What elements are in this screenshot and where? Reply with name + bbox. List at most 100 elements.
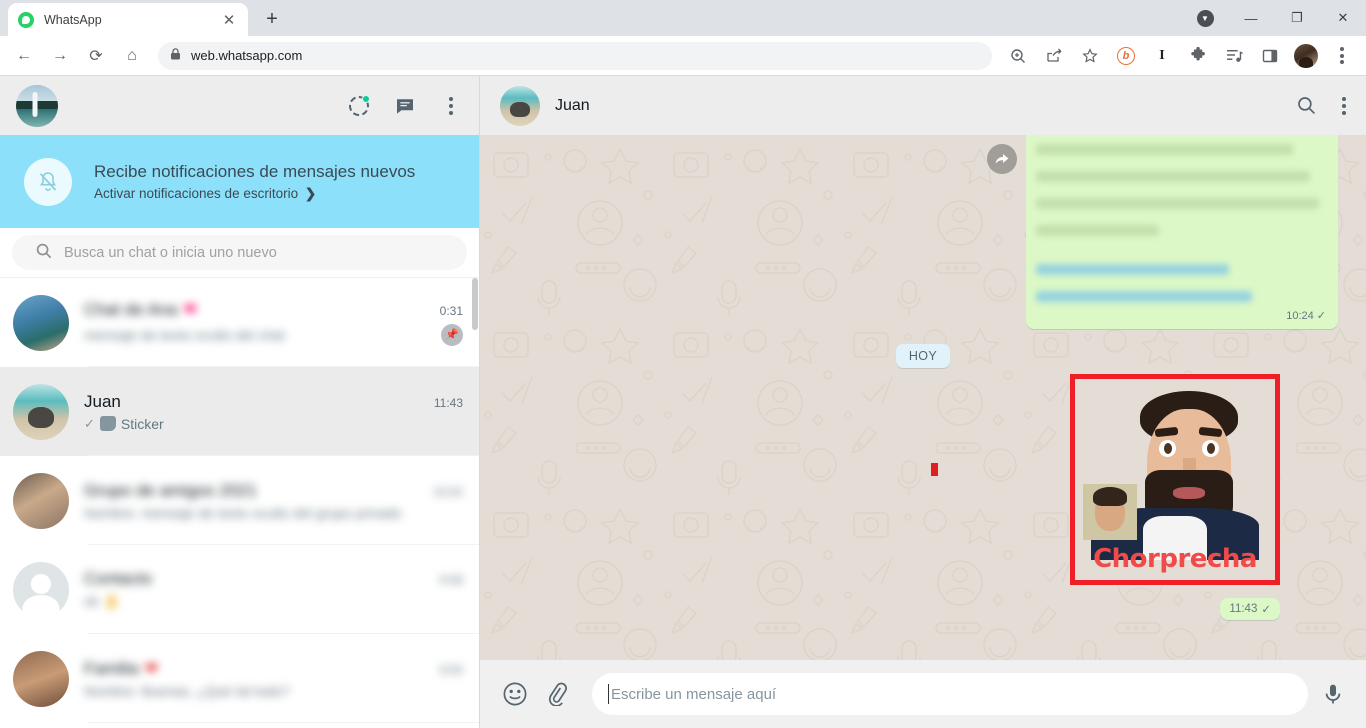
messages-scroll: 10:24 ✓ HOY Chorprecha 11:43 ✓ — [540, 135, 1338, 660]
sticker-inset-photo — [1083, 483, 1137, 540]
search-box[interactable] — [12, 235, 467, 270]
chat-time: 9:50 — [439, 662, 463, 677]
chat-list-item[interactable]: Chat de Ana ❤ 0:31 mensaje de texto ocul… — [0, 278, 479, 367]
check-icon: ✓ — [1261, 604, 1271, 616]
chat-name: Juan — [84, 391, 121, 411]
message-bubble-outgoing[interactable]: 10:24 ✓ — [1026, 135, 1338, 329]
sticker-image[interactable]: Chorprecha — [1070, 374, 1280, 585]
menu-icon[interactable] — [1342, 96, 1346, 115]
menu-icon[interactable] — [439, 94, 463, 118]
chat-list-panel: Recibe notificaciones de mensajes nuevos… — [0, 76, 480, 728]
message-composer — [480, 660, 1366, 728]
close-window-button[interactable]: ✕ — [1320, 0, 1366, 36]
microphone-icon[interactable] — [1318, 682, 1348, 706]
chat-list-item[interactable]: Contacto 9:58 ok 👌 — [0, 545, 479, 634]
whatsapp-app: Recibe notificaciones de mensajes nuevos… — [0, 76, 1366, 728]
check-icon: ✓ — [1316, 310, 1326, 322]
minimize-button[interactable]: — — [1228, 0, 1274, 36]
emoji: ❤ — [144, 660, 159, 678]
notification-texts: Recibe notificaciones de mensajes nuevos… — [94, 161, 415, 202]
left-header-actions — [347, 94, 463, 118]
day-divider: HOY — [540, 344, 1306, 368]
message-sticker-outgoing: Chorprecha 11:43 ✓ — [1070, 374, 1280, 620]
browser-tab-whatsapp[interactable]: WhatsApp ✕ — [8, 3, 248, 36]
avatar — [13, 650, 69, 707]
search-icon — [24, 243, 64, 262]
chat-list-item[interactable]: Chico 9:41 mensaje — [0, 723, 479, 728]
pin-icon: 📌 — [441, 323, 463, 346]
sticker-icon — [99, 416, 116, 431]
chat-name: Contacto — [84, 569, 153, 588]
text-caret — [608, 684, 609, 704]
sticker-caption: Chorprecha — [1093, 543, 1257, 574]
avatar — [13, 294, 69, 351]
avatar — [13, 472, 69, 529]
extensions-puzzle-icon[interactable] — [1183, 41, 1213, 71]
chrome-menu-icon[interactable] — [1327, 41, 1357, 71]
bold-i-icon[interactable]: I — [1147, 41, 1177, 71]
chat-preview: ok 👌 — [84, 593, 121, 609]
chat-name: Grupo de amigos 2021 — [84, 480, 257, 500]
cursor-marker — [931, 463, 938, 476]
notification-subtitle[interactable]: Activar notificaciones de escritorio ❯ — [94, 186, 415, 202]
search-container — [0, 228, 479, 278]
avatar[interactable] — [500, 85, 540, 126]
home-icon[interactable]: ⌂ — [117, 41, 147, 71]
sticker-meta: 11:43 ✓ — [1220, 598, 1280, 620]
conversation-title: Juan — [555, 96, 590, 114]
back-icon[interactable]: ← — [9, 41, 39, 71]
whatsapp-favicon-icon — [18, 11, 34, 28]
side-panel-icon[interactable] — [1255, 41, 1285, 71]
message-input[interactable] — [611, 685, 1292, 703]
check-icon: ✓ — [84, 415, 95, 431]
brand-b-icon[interactable]: b — [1111, 41, 1141, 71]
chat-list-item[interactable]: Grupo de amigos 2021 10:02 Nombre: mensa… — [0, 456, 479, 545]
chat-preview-wrap: ✓ Sticker — [84, 416, 164, 432]
search-icon[interactable] — [1297, 96, 1316, 115]
status-icon[interactable] — [347, 94, 371, 118]
download-status-icon[interactable]: ▼ — [1182, 0, 1228, 36]
browser-window: WhatsApp ✕ + ▼ — ❐ ✕ ← → ⟳ ⌂ web.whatsap… — [0, 0, 1366, 728]
emoji: ❤ — [183, 301, 197, 319]
emoji-icon[interactable] — [498, 677, 532, 711]
message-meta: 10:24 ✓ — [1286, 309, 1326, 323]
reload-icon[interactable]: ⟳ — [81, 41, 111, 71]
chat-time: 10:02 — [432, 484, 463, 499]
tab-strip: WhatsApp ✕ + ▼ — ❐ ✕ — [0, 0, 1366, 36]
close-tab-icon[interactable]: ✕ — [220, 11, 238, 29]
messages-area[interactable]: 10:24 ✓ HOY Chorprecha 11:43 ✓ — [480, 135, 1366, 660]
chat-time: 0:31 — [439, 303, 463, 318]
chat-list-item[interactable]: Familia ❤ 9:50 Nombre: Buenas, ¿Qué tal … — [0, 634, 479, 723]
media-list-icon[interactable] — [1219, 41, 1249, 71]
avatar — [13, 561, 69, 618]
conversation-actions — [1297, 96, 1346, 115]
bookmark-star-icon[interactable] — [1075, 41, 1105, 71]
message-input-field[interactable] — [592, 673, 1308, 715]
browser-toolbar: ← → ⟳ ⌂ web.whatsapp.com b I — [0, 36, 1366, 76]
message-time: 11:43 — [1229, 603, 1258, 615]
share-icon[interactable] — [1039, 41, 1069, 71]
url-text: web.whatsapp.com — [191, 48, 303, 63]
address-bar[interactable]: web.whatsapp.com — [158, 41, 992, 70]
my-profile-avatar[interactable] — [16, 84, 58, 127]
notification-banner[interactable]: Recibe notificaciones de mensajes nuevos… — [0, 135, 479, 228]
maximize-button[interactable]: ❐ — [1274, 0, 1320, 36]
chat-preview: Nombre: Buenas, ¿Qué tal todo? — [84, 682, 290, 699]
zoom-icon[interactable] — [1003, 41, 1033, 71]
new-chat-icon[interactable] — [393, 94, 417, 118]
profile-avatar[interactable] — [1294, 43, 1318, 68]
attach-clip-icon[interactable] — [540, 677, 574, 711]
forward-icon[interactable]: → — [45, 41, 75, 71]
window-controls: ▼ — ❐ ✕ — [1182, 0, 1366, 36]
conversation-header[interactable]: Juan — [480, 76, 1366, 135]
bell-muted-icon — [24, 157, 72, 206]
chat-list-item-juan[interactable]: Juan 11:43 ✓ Sticker — [0, 367, 479, 456]
chat-time: 11:43 — [433, 395, 463, 410]
chat-list[interactable]: Chat de Ana ❤ 0:31 mensaje de texto ocul… — [0, 278, 479, 728]
tab-title: WhatsApp — [44, 12, 102, 27]
new-tab-button[interactable]: + — [258, 5, 286, 33]
conversation-panel: Juan 10:24 ✓ HOY Chorprecha 11:43 ✓ Escr… — [480, 76, 1366, 728]
search-input[interactable] — [64, 244, 455, 261]
forward-icon[interactable] — [987, 144, 1017, 174]
message-time: 10:24 — [1286, 309, 1314, 322]
